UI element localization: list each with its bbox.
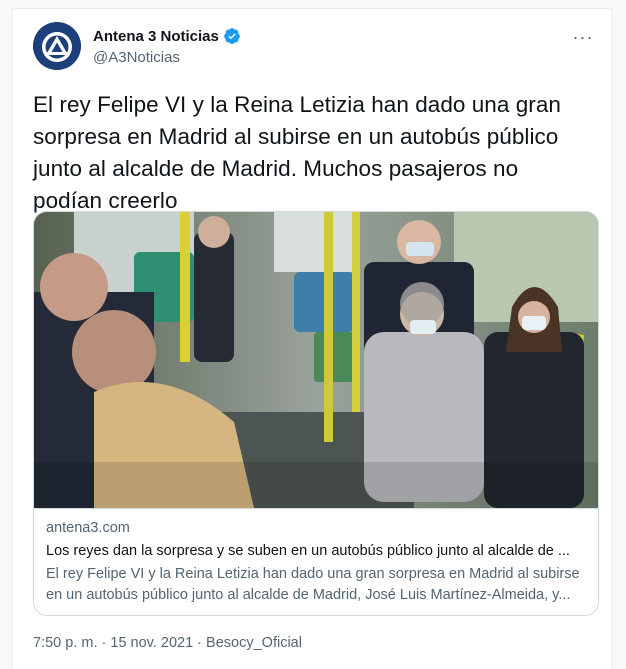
author-handle[interactable]: @A3Noticias	[93, 49, 180, 66]
tweet-source[interactable]: Besocy_Oficial	[206, 635, 302, 651]
more-options-button[interactable]: ···	[569, 23, 597, 51]
verified-badge-icon	[224, 28, 240, 44]
link-domain: antena3.com	[46, 520, 130, 536]
news-photo-image	[34, 212, 598, 508]
tweet-card: Antena 3 Noticias @A3Noticias ··· El rey…	[12, 8, 612, 669]
author-name-row[interactable]: Antena 3 Noticias	[93, 27, 241, 45]
link-description: El rey Felipe VI y la Reina Letizia han …	[46, 566, 580, 603]
avatar[interactable]	[33, 22, 81, 70]
link-preview-text: antena3.com Los reyes dan la sorpresa y …	[34, 508, 598, 615]
tweet-text: El rey Felipe VI y la Reina Letizia han …	[33, 92, 561, 213]
link-title: Los reyes dan la sorpresa y se suben en …	[46, 543, 570, 559]
meta-separator-2: ·	[193, 635, 207, 651]
display-name[interactable]: Antena 3 Noticias	[93, 28, 219, 45]
tweet-metadata: 7:50 p. m. · 15 nov. 2021 · Besocy_Ofici…	[33, 635, 302, 651]
link-preview-card[interactable]: antena3.com Los reyes dan la sorpresa y …	[33, 211, 599, 616]
meta-separator: ·	[97, 635, 111, 651]
more-options-icon: ···	[572, 26, 594, 47]
antena3-logo-icon	[33, 22, 81, 70]
tweet-date[interactable]: 15 nov. 2021	[110, 635, 193, 651]
tweet-time[interactable]: 7:50 p. m.	[33, 635, 97, 651]
